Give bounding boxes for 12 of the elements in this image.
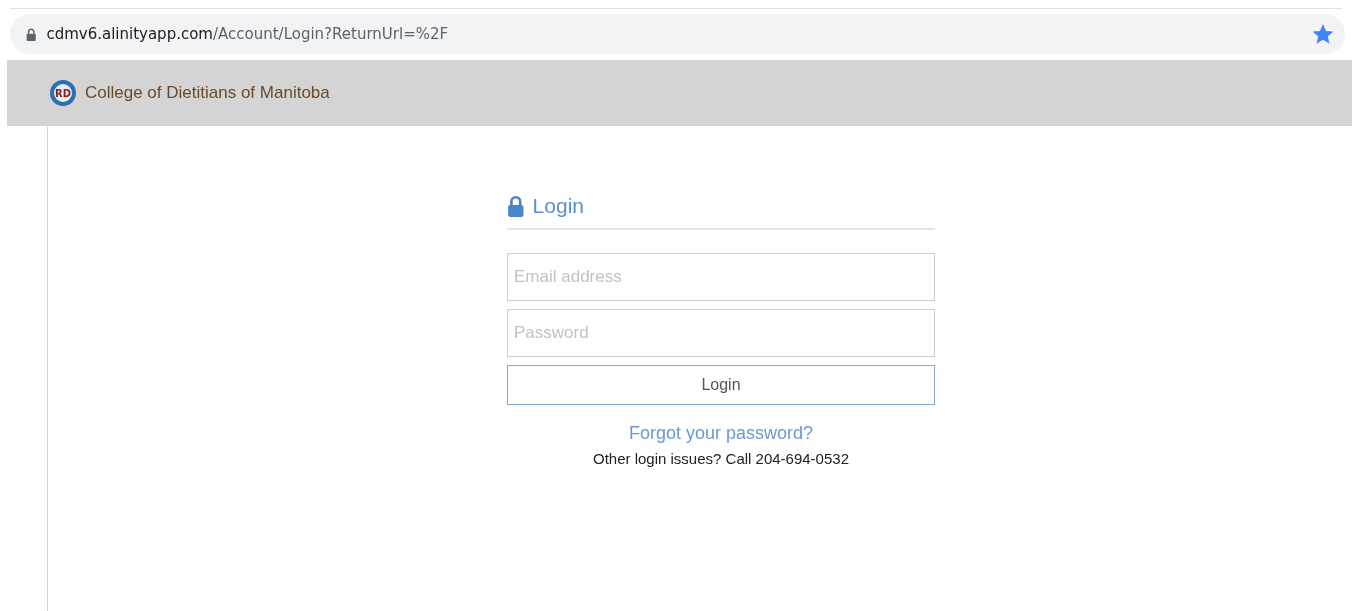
password-field[interactable]: Password: [507, 309, 935, 357]
email-field[interactable]: Email address: [507, 253, 935, 301]
logo-icon: RD: [49, 79, 77, 107]
login-heading: Login: [532, 194, 584, 218]
address-bar[interactable]: cdmv6.alinityapp.com/Account/Login?ReturnUrl=%2F: [10, 14, 1345, 54]
lock-icon: [507, 195, 525, 217]
url-text: cdmv6.alinityapp.com/Account/Login?ReturnUrl=%2F: [46, 25, 450, 43]
login-button[interactable]: Login: [507, 365, 935, 405]
help-text: Other login issues? Call 204-694-0532: [593, 450, 849, 467]
star-icon[interactable]: [1313, 24, 1333, 44]
site-title: College of Dietitians of Manitoba: [85, 83, 330, 103]
lock-icon: [26, 27, 37, 41]
